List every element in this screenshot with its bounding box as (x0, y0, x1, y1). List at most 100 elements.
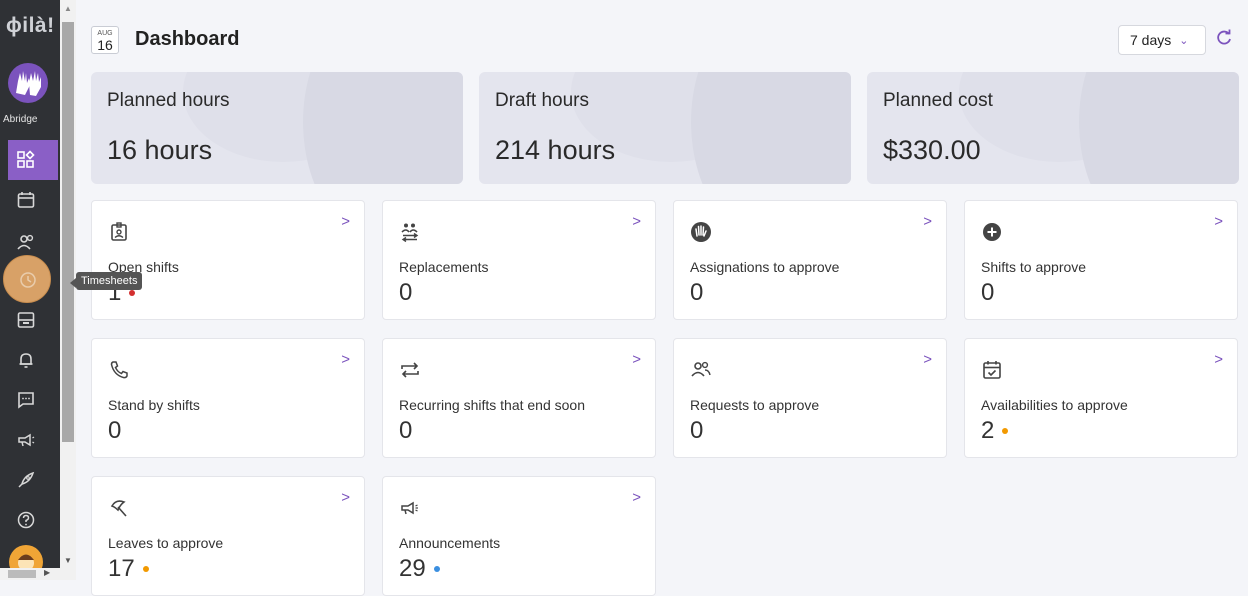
phone-icon (110, 361, 128, 379)
date-range-select[interactable]: 7 days ⌄ (1118, 25, 1206, 55)
sidebar: ɸilà! Abridge Timesheets ▶ (0, 0, 143, 580)
card-label: Requests to approve (690, 397, 820, 413)
date-range-value: 7 days (1130, 32, 1172, 48)
card-count-value: 0 (399, 417, 413, 444)
page-title: Dashboard (135, 28, 240, 50)
help-icon (17, 511, 35, 529)
megaphone-icon (401, 501, 418, 515)
clock-icon (20, 272, 36, 288)
card-count-value: 17 (108, 555, 135, 582)
repeat-icon (401, 362, 419, 378)
summary-label: Planned hours (107, 90, 230, 111)
people-swap-icon (401, 223, 419, 243)
umbrella-icon (110, 500, 127, 517)
card-leaves-to-approve[interactable]: > Leaves to approve 17 (91, 476, 365, 596)
calendar-icon (17, 192, 35, 208)
dashboard-icon (17, 150, 35, 168)
nav-messages[interactable] (0, 380, 60, 420)
card-count: 0 (399, 279, 412, 307)
people-icon (691, 361, 711, 377)
refresh-icon[interactable] (1214, 28, 1234, 48)
scroll-thumb[interactable] (62, 22, 74, 442)
summary-planned-hours: Planned hours 16 hours (91, 72, 463, 184)
card-count: 0 (981, 279, 994, 307)
chevron-right-icon: > (923, 213, 932, 230)
summary-value: $330.00 (883, 135, 981, 165)
summary-label: Planned cost (883, 90, 993, 111)
date-day: 16 (97, 37, 113, 53)
scroll-down-arrow-icon[interactable]: ▼ (64, 556, 72, 565)
nav-help[interactable] (0, 500, 60, 540)
card-label: Announcements (399, 535, 501, 551)
card-label: Availabilities to approve (981, 397, 1128, 413)
chevron-right-icon: > (632, 489, 641, 506)
card-stand-by-shifts[interactable]: > Stand by shifts 0 (91, 338, 365, 458)
nav-dashboard[interactable] (8, 140, 58, 180)
nav-notifications[interactable] (0, 340, 60, 380)
nav-getting-started[interactable] (0, 460, 60, 500)
card-count: 2 (981, 417, 1009, 445)
horizontal-scrollbar[interactable]: ▶ (0, 568, 60, 580)
card-availabilities-to-approve[interactable]: > Availabilities to approve 2 (964, 338, 1238, 458)
card-label: Assignations to approve (690, 259, 840, 275)
card-count-value: 0 (399, 279, 413, 306)
nav-schedule[interactable] (0, 180, 60, 220)
chat-icon (18, 392, 34, 409)
card-count-value: 2 (981, 417, 995, 444)
org-avatar[interactable] (8, 63, 48, 103)
card-replacements[interactable]: > Replacements 0 (382, 200, 656, 320)
status-dot (129, 290, 136, 296)
card-recurring-shifts[interactable]: > Recurring shifts that end soon 0 (382, 338, 656, 458)
summary-draft-hours: Draft hours 214 hours (479, 72, 851, 184)
nav-timesheets[interactable] (3, 255, 51, 303)
card-open-shifts[interactable]: > Open shifts 1 (91, 200, 365, 320)
inbox-icon (17, 312, 35, 328)
summary-label: Draft hours (495, 90, 589, 111)
chevron-right-icon: > (1214, 351, 1223, 368)
chevron-right-icon: > (923, 351, 932, 368)
rocket-icon (18, 471, 35, 488)
card-shifts-to-approve[interactable]: > Shifts to approve 0 (964, 200, 1238, 320)
card-label: Shifts to approve (981, 259, 1087, 275)
scroll-up-arrow-icon[interactable]: ▲ (64, 4, 72, 13)
badge-icon (111, 222, 127, 241)
card-label: Recurring shifts that end soon (399, 397, 585, 413)
scroll-right-arrow-icon[interactable]: ▶ (44, 568, 50, 577)
card-count-value: 0 (108, 417, 122, 444)
nav-inbox[interactable] (0, 300, 60, 340)
card-count: 0 (690, 279, 703, 307)
date-badge: AUG 16 (91, 26, 119, 54)
nav-announcements[interactable] (0, 420, 60, 460)
horizontal-scroll-thumb[interactable] (8, 570, 36, 578)
summary-value: 214 hours (495, 135, 616, 165)
chevron-right-icon: > (341, 213, 350, 230)
chevron-right-icon: > (341, 489, 350, 506)
chevron-right-icon: > (632, 351, 641, 368)
card-requests-to-approve[interactable]: > Requests to approve 0 (673, 338, 947, 458)
chevron-right-icon: > (341, 351, 350, 368)
card-label: Replacements (399, 259, 489, 275)
card-count-value: 0 (981, 279, 995, 306)
card-label: Stand by shifts (108, 397, 200, 413)
org-name: Abridge (3, 114, 38, 125)
chevron-down-icon: ⌄ (1179, 34, 1189, 47)
card-count: 0 (399, 417, 412, 445)
card-announcements[interactable]: > Announcements 29 (382, 476, 656, 596)
people-icon (17, 234, 34, 250)
card-count-value: 29 (399, 555, 426, 582)
card-assignations-to-approve[interactable]: > Assignations to approve 0 (673, 200, 947, 320)
card-count: 0 (690, 417, 703, 445)
chevron-right-icon: > (1214, 213, 1223, 230)
card-label: Leaves to approve (108, 535, 224, 551)
megaphone-icon (18, 433, 35, 447)
hands-logo-icon (16, 71, 41, 96)
card-count: 17 (108, 555, 149, 583)
calendar-check-icon (983, 361, 1001, 379)
status-dot (433, 566, 440, 572)
sidebar-scrollbar[interactable]: ▲ ▼ (60, 0, 76, 580)
summary-value: 16 hours (107, 135, 213, 165)
card-count: 0 (108, 417, 121, 445)
status-dot (1002, 428, 1009, 434)
hand-icon (691, 222, 711, 242)
card-count: 29 (399, 555, 440, 583)
